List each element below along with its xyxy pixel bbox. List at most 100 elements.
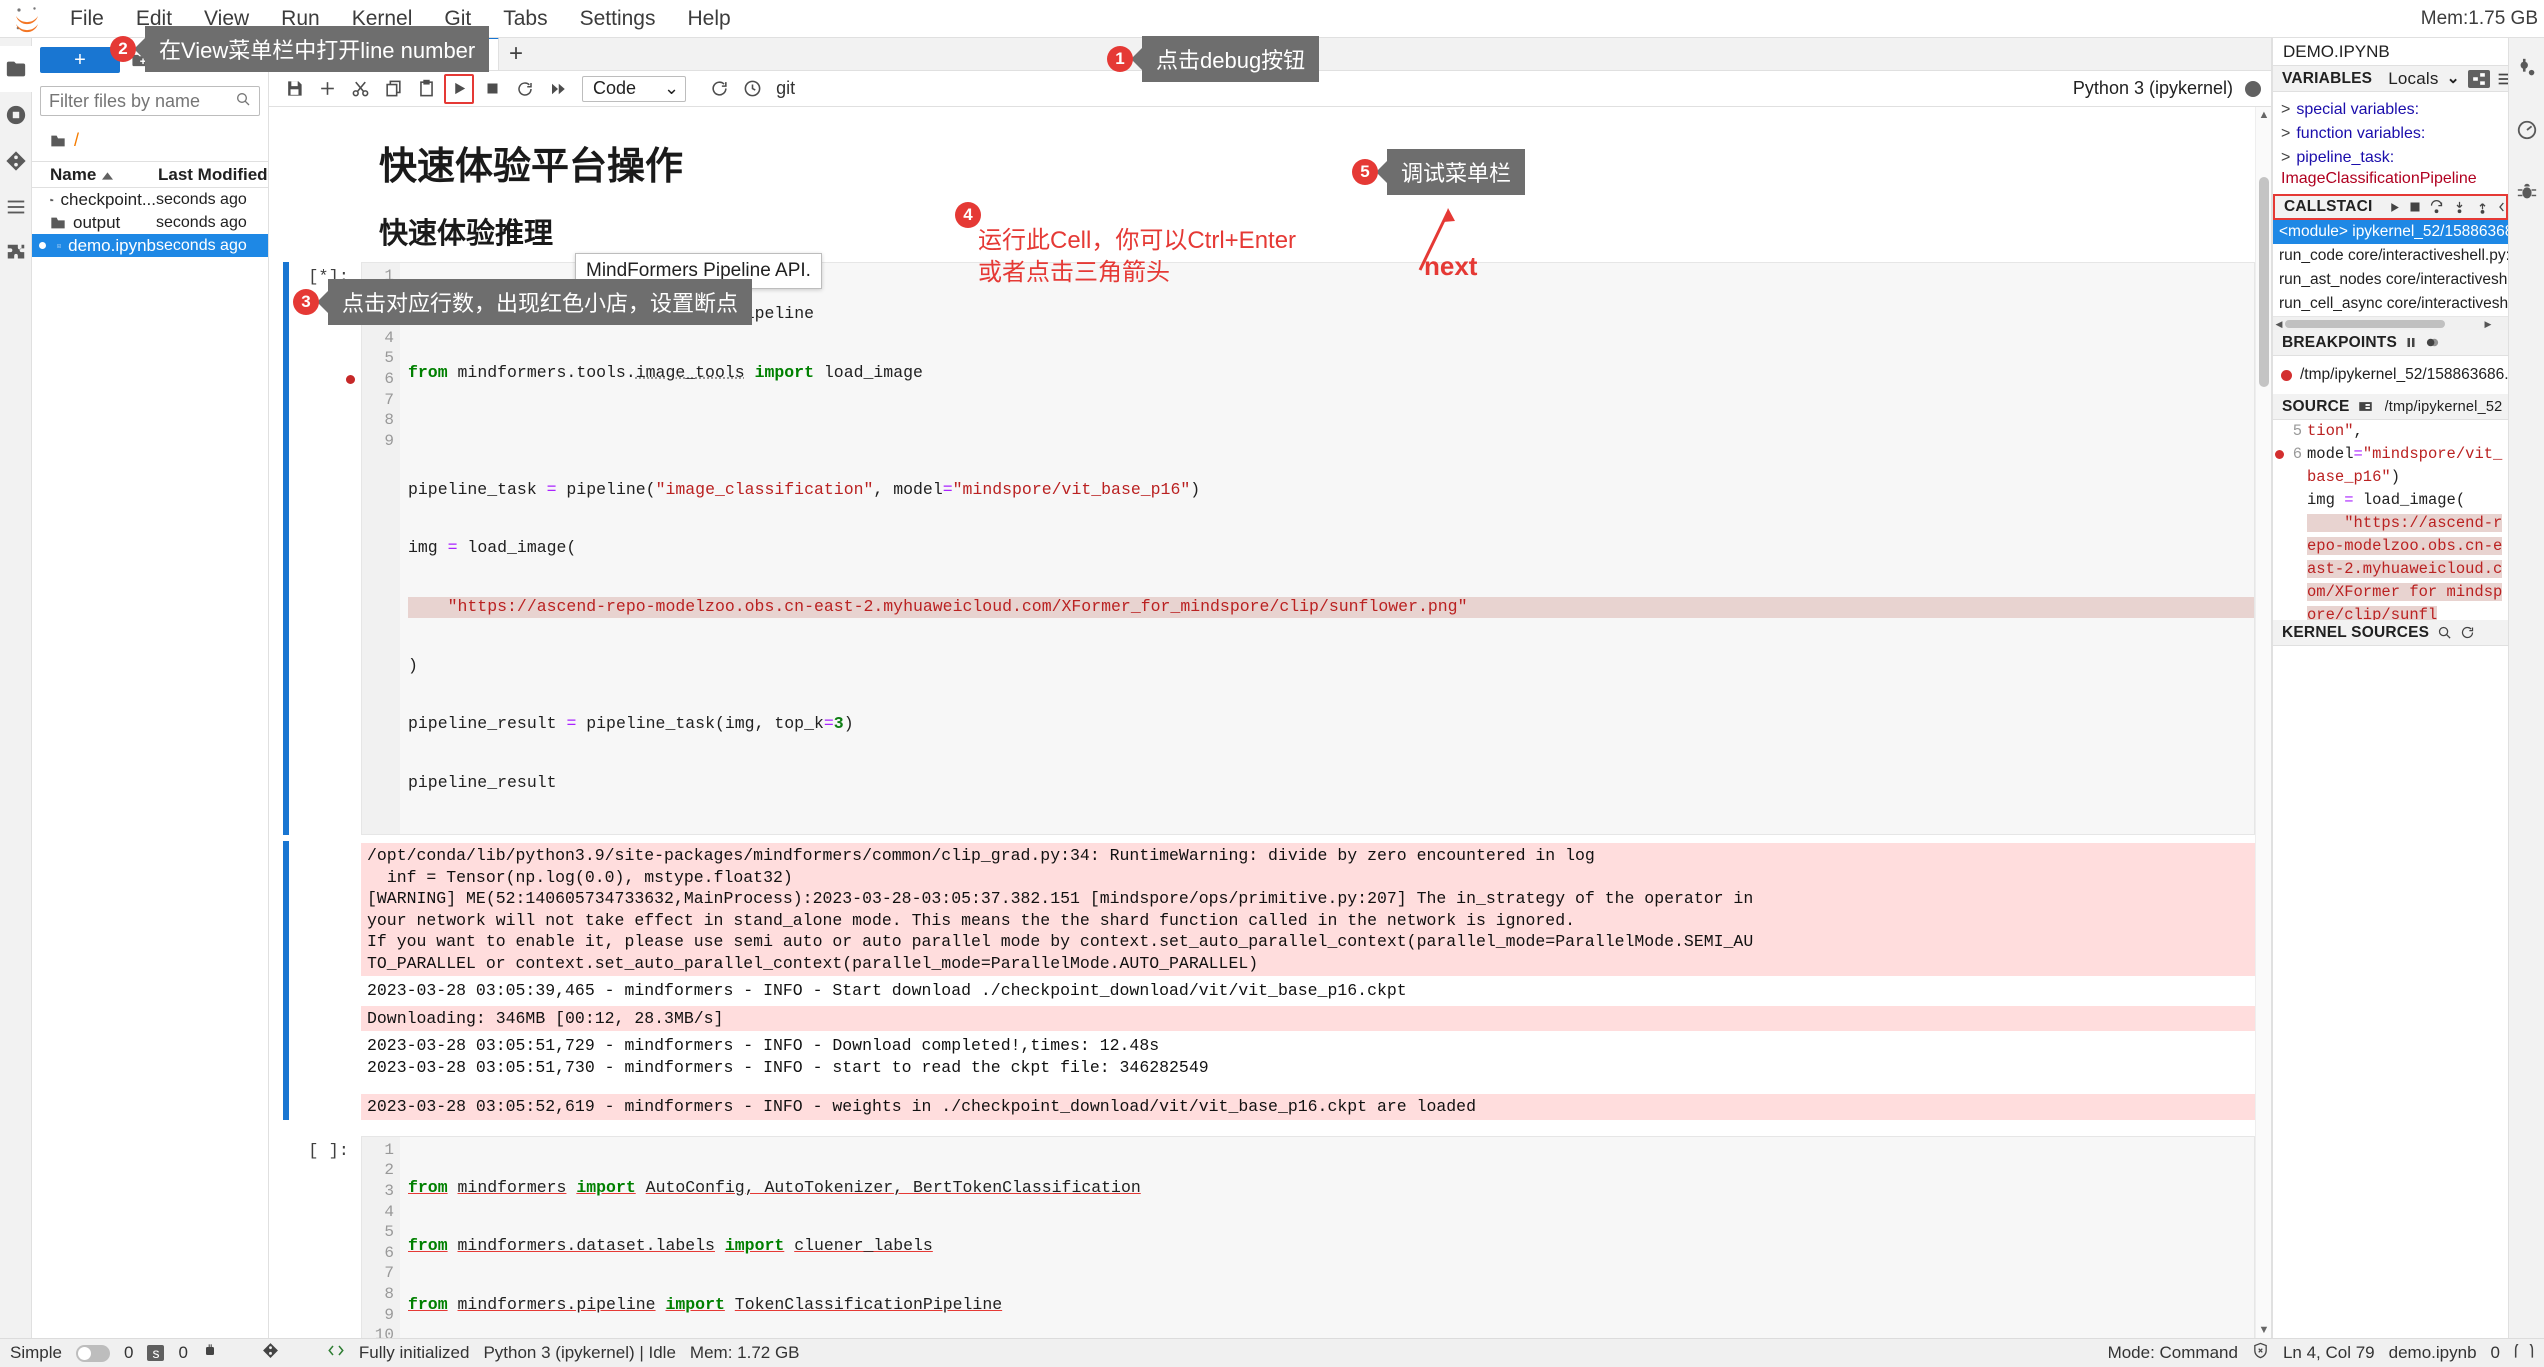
menu-help[interactable]: Help (672, 0, 747, 38)
terminate-icon[interactable] (2409, 201, 2421, 213)
line-number[interactable]: 3 (362, 1181, 394, 1202)
resource-monitor-icon[interactable] (2509, 108, 2544, 152)
line-number-with-breakpoint[interactable]: 6 (362, 369, 394, 390)
breadcrumb-root[interactable]: / (74, 130, 79, 151)
code-text[interactable]: from mindformers import AutoConfig, Auto… (400, 1137, 2254, 1338)
notebook-scrollbar[interactable]: ▲ ▼ (2255, 107, 2271, 1338)
new-launcher-button[interactable]: + (40, 47, 120, 73)
file-filter-box[interactable] (40, 86, 260, 116)
table-of-contents-icon[interactable] (0, 184, 32, 230)
line-number-gutter[interactable]: 1 2 3 4 5 6 7 8 9 (362, 263, 400, 834)
chevron-down-icon[interactable]: ⌄ (664, 78, 679, 99)
insert-cell-icon[interactable] (312, 74, 342, 104)
step-out-icon[interactable] (2475, 200, 2490, 215)
line-number[interactable]: 8 (362, 1284, 394, 1305)
terminal-icon[interactable]: s (147, 1345, 164, 1361)
source-viewer[interactable]: 5 6 tion", model="mindspore/vit_base_p16… (2273, 420, 2508, 620)
chevron-right-icon[interactable]: > (2281, 149, 2290, 167)
column-name[interactable]: Name (32, 165, 156, 185)
debugger-icon[interactable] (2509, 170, 2544, 214)
code-editor[interactable]: 1 2 3 4 5 6 7 8 9 (361, 262, 2255, 835)
file-browser-icon[interactable] (0, 46, 32, 92)
chevron-right-icon[interactable]: > (2281, 101, 2290, 119)
code-editor[interactable]: 1 2 3 4 5 6 7 8 9 10 (361, 1136, 2255, 1338)
step-into-icon[interactable] (2452, 200, 2467, 215)
variable-row[interactable]: > pipeline_task: (2273, 146, 2508, 170)
restart-kernel-icon[interactable] (510, 74, 540, 104)
git-branch-icon[interactable] (262, 1342, 279, 1364)
column-last-modified[interactable]: Last Modified (156, 165, 268, 185)
list-item[interactable]: checkpoint... seconds ago (32, 188, 268, 211)
scroll-right-arrow-icon[interactable]: ▶ (2482, 317, 2494, 331)
line-number[interactable]: 7 (362, 1263, 394, 1284)
line-number[interactable]: 10 (362, 1325, 394, 1338)
restart-and-run-all-icon[interactable] (543, 74, 573, 104)
pause-on-exception-icon[interactable] (2405, 336, 2417, 349)
continue-icon[interactable] (2388, 201, 2401, 214)
menu-tabs[interactable]: Tabs (487, 0, 563, 38)
error-shield-icon[interactable] (2252, 1342, 2269, 1364)
line-number[interactable]: 8 (362, 410, 394, 431)
breadcrumb[interactable]: / (32, 122, 268, 161)
kernel-icon[interactable] (202, 1343, 218, 1364)
line-number[interactable]: 7 (362, 390, 394, 411)
scrollbar-thumb[interactable] (2285, 320, 2445, 328)
refresh-icon[interactable] (2460, 625, 2475, 640)
line-number[interactable]: 2 (362, 1160, 394, 1181)
callstack-section-header: CALLSTACI (2273, 194, 2508, 220)
extension-manager-icon[interactable] (0, 230, 32, 276)
list-item[interactable]: output seconds ago (32, 211, 268, 234)
line-number[interactable]: 4 (362, 328, 394, 349)
tree-view-icon[interactable] (2468, 70, 2490, 88)
stop-kernel-icon[interactable] (477, 74, 507, 104)
step-over-icon[interactable] (2429, 200, 2444, 215)
simple-mode-toggle[interactable] (76, 1345, 110, 1362)
cell-type-select[interactable]: Code ⌄ (582, 76, 686, 102)
scroll-down-arrow-icon[interactable]: ▼ (2256, 1322, 2271, 1338)
breakpoint-dot[interactable] (346, 375, 355, 384)
scroll-up-arrow-icon[interactable]: ▲ (2256, 107, 2271, 123)
scrollbar-thumb[interactable] (2259, 177, 2269, 387)
callstack-row[interactable]: <module> ipykernel_52/158863686.py: (2273, 220, 2508, 244)
copy-icon[interactable] (378, 74, 408, 104)
callstack-row[interactable]: run_code core/interactiveshell.py:3457 (2273, 244, 2508, 268)
history-icon[interactable] (737, 74, 767, 104)
chevron-down-icon[interactable]: ⌄ (2447, 69, 2460, 88)
menu-settings[interactable]: Settings (564, 0, 672, 38)
variable-row[interactable]: > special variables: (2273, 98, 2508, 122)
line-number-gutter[interactable]: 1 2 3 4 5 6 7 8 9 10 (362, 1137, 400, 1338)
running-sessions-icon[interactable] (0, 92, 32, 138)
code-text[interactable]: from mindformers.pipeline import pipelin… (400, 263, 2254, 834)
callstack-horizontal-scrollbar[interactable]: ◀ ▶ (2273, 316, 2508, 330)
callstack-row[interactable]: run_cell_async core/interactiveshell.py:… (2273, 292, 2508, 316)
line-number[interactable]: 5 (362, 348, 394, 369)
variable-row[interactable]: > function variables: (2273, 122, 2508, 146)
new-tab-icon[interactable]: + (499, 37, 533, 70)
code-cell-1[interactable]: [*]: 1 2 3 4 5 6 7 (269, 262, 2255, 835)
breakpoint-item[interactable]: /tmp/ipykernel_52/158863686.py 6 (2273, 364, 2508, 386)
cursor-position[interactable]: Ln 4, Col 79 (2283, 1343, 2375, 1363)
code-cell-2[interactable]: [ ]: 1 2 3 4 5 6 7 (269, 1136, 2255, 1338)
line-number[interactable]: 5 (362, 1222, 394, 1243)
run-cell-button[interactable] (444, 74, 474, 104)
git-panel-icon[interactable] (0, 138, 32, 184)
list-item[interactable]: demo.ipynb seconds ago (32, 234, 268, 257)
git-refresh-icon[interactable] (704, 74, 734, 104)
cut-icon[interactable] (345, 74, 375, 104)
line-number[interactable]: 9 (362, 1305, 394, 1326)
callstack-row[interactable]: run_ast_nodes core/interactiveshell.py:3 (2273, 268, 2508, 292)
save-icon[interactable] (279, 74, 309, 104)
remove-all-breakpoints-icon[interactable] (2425, 335, 2440, 350)
search-icon[interactable] (2437, 625, 2452, 640)
filter-files-input[interactable] (49, 91, 235, 112)
line-number[interactable]: 4 (362, 1202, 394, 1223)
open-source-file-icon[interactable] (2358, 400, 2373, 413)
scroll-left-arrow-icon[interactable]: ◀ (2273, 317, 2285, 331)
chevron-right-icon[interactable]: > (2281, 125, 2290, 143)
property-inspector-icon[interactable] (2509, 46, 2544, 90)
variables-scope-label[interactable]: Locals (2388, 69, 2438, 89)
line-number[interactable]: 9 (362, 431, 394, 452)
line-number[interactable]: 6 (362, 1243, 394, 1264)
paste-icon[interactable] (411, 74, 441, 104)
line-number[interactable]: 1 (362, 1140, 394, 1161)
